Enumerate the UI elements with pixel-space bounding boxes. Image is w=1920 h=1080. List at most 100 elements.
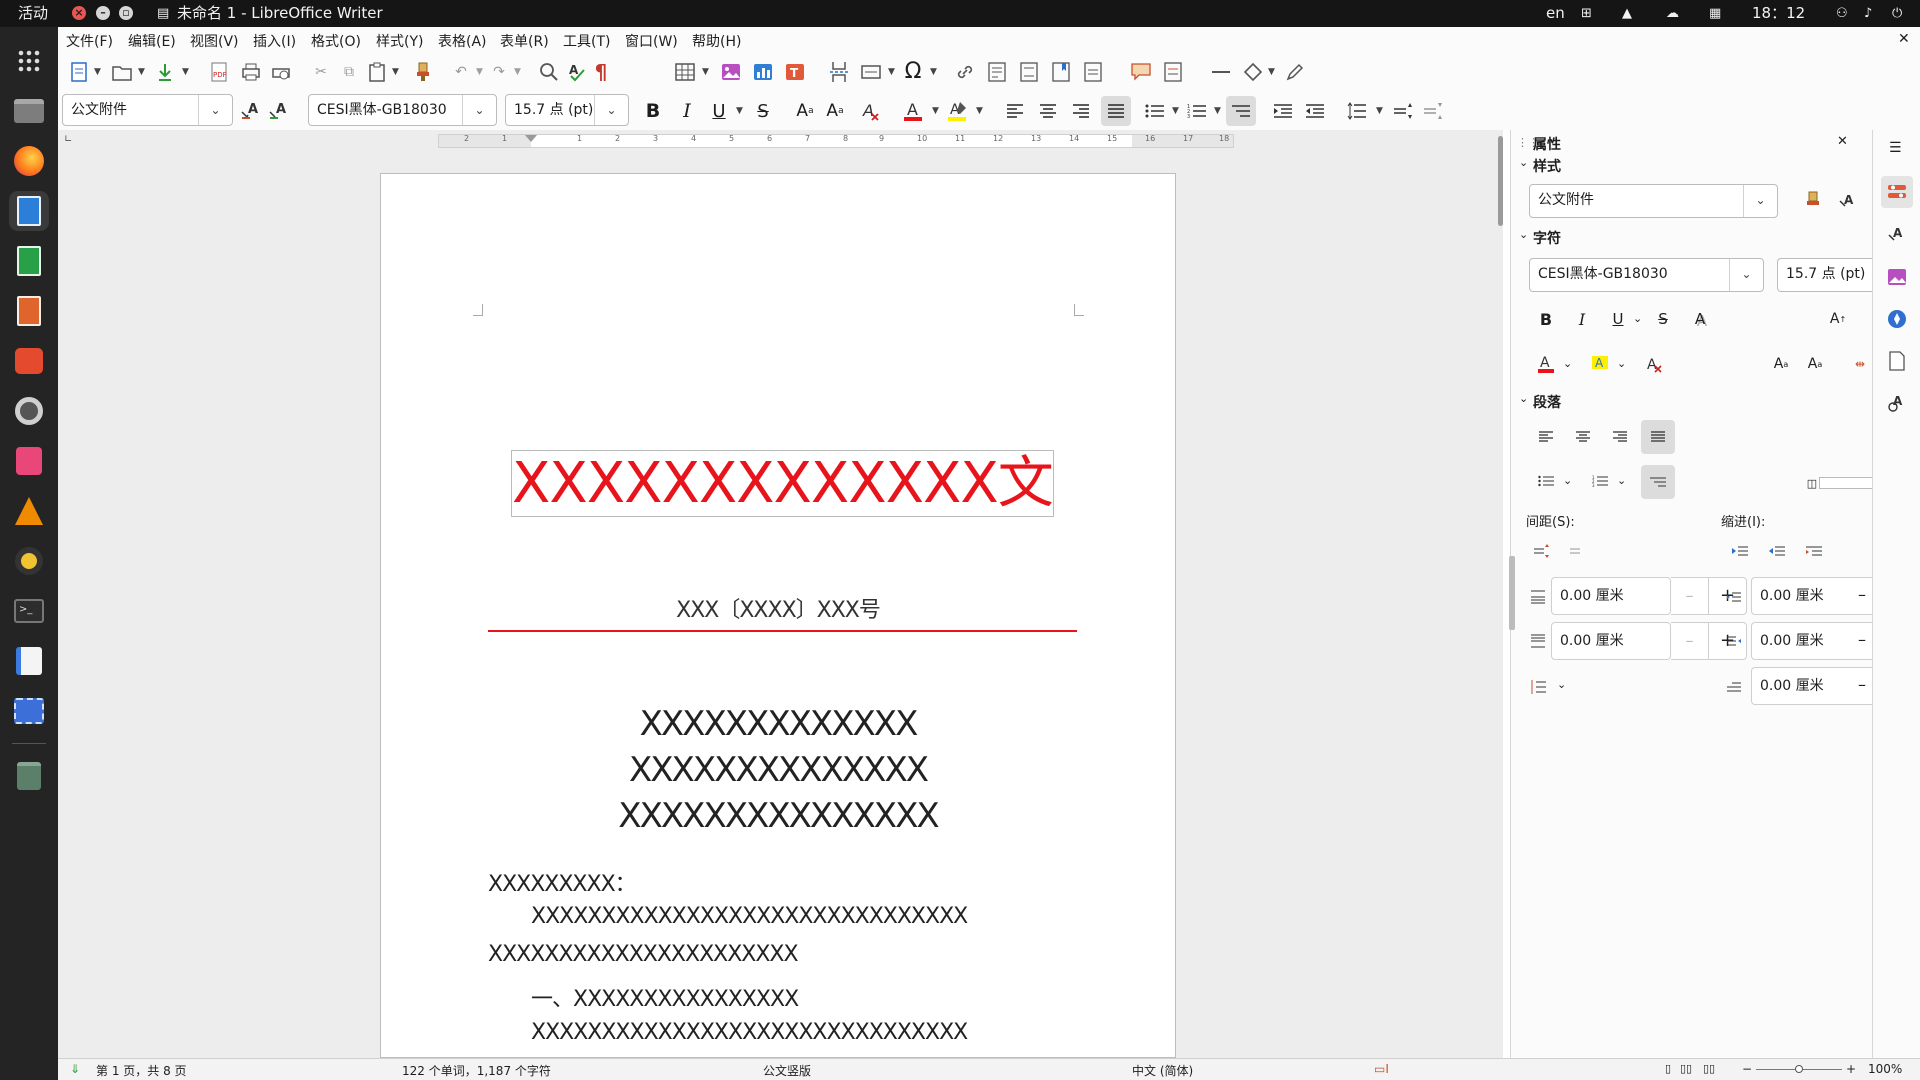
calc-app-icon[interactable] xyxy=(9,241,49,281)
font-name-combo[interactable]: CESI黑体-GB18030 ⌄ xyxy=(308,94,497,126)
after-indent-minus[interactable]: – xyxy=(1851,622,1873,660)
sidebar-style-combo[interactable]: 公文附件 ⌄ xyxy=(1529,184,1778,218)
impress-app-icon[interactable] xyxy=(9,291,49,331)
decrease-paragraph-spacing-icon[interactable] xyxy=(1565,538,1591,564)
footnote-icon[interactable] xyxy=(984,59,1010,85)
clipboard-icon[interactable]: ▦ xyxy=(1709,0,1721,27)
align-left-icon[interactable] xyxy=(1533,424,1559,450)
unordered-list-dropdown-icon[interactable]: ▼ xyxy=(1172,106,1179,116)
volume-icon[interactable]: ♪ xyxy=(1864,0,1872,27)
increase-indent-icon[interactable] xyxy=(1270,98,1296,124)
open-folder-icon[interactable] xyxy=(109,59,135,85)
tab-stop-selector[interactable]: ∟ xyxy=(64,134,72,145)
new-style-icon[interactable]: A xyxy=(1835,188,1861,214)
line-spacing-dropdown-icon[interactable]: ▼ xyxy=(1376,106,1383,116)
formatting-marks-icon[interactable]: ¶ xyxy=(588,59,614,85)
hanging-indent-icon[interactable] xyxy=(1801,538,1827,564)
chevron-down-icon[interactable]: ⌄ xyxy=(1633,312,1642,325)
below-spacing-field[interactable]: 0.00 厘米 xyxy=(1551,622,1671,660)
input-language[interactable]: en xyxy=(1546,0,1565,27)
above-spacing-field[interactable]: 0.00 厘米 xyxy=(1551,577,1671,615)
gallery-tab-icon[interactable] xyxy=(1884,264,1910,290)
minimize-window-icon[interactable]: – xyxy=(96,6,110,20)
paste-icon[interactable] xyxy=(364,59,390,85)
redo-icon[interactable]: ↷ xyxy=(486,59,512,85)
decrease-paragraph-spacing-icon[interactable] xyxy=(1420,98,1446,124)
bold-icon[interactable]: B xyxy=(640,98,666,124)
install-app-icon[interactable] xyxy=(9,441,49,481)
sidebar-menu-icon[interactable]: ☰ xyxy=(1889,140,1902,156)
undo-icon[interactable]: ↶ xyxy=(448,59,474,85)
rhythmbox-app-icon[interactable] xyxy=(9,541,49,581)
collapse-chevron-icon[interactable]: ⌄ xyxy=(1519,392,1528,405)
font-size-combo[interactable]: 15.7 点 (pt) ⌄ xyxy=(505,94,629,126)
subscript-icon[interactable]: Aa xyxy=(822,98,848,124)
font-color-icon[interactable]: A xyxy=(900,98,926,124)
special-character-icon[interactable]: Ω xyxy=(900,58,926,84)
vertical-scrollbar[interactable] xyxy=(1498,136,1503,226)
page-style[interactable]: 公文竖版 xyxy=(763,1062,811,1079)
properties-tab-icon[interactable] xyxy=(1881,176,1913,208)
multi-page-view-icon[interactable]: ▯▯ xyxy=(1680,1062,1692,1075)
track-changes-icon[interactable] xyxy=(1160,59,1186,85)
insert-image-icon[interactable] xyxy=(718,59,744,85)
body-line[interactable]: XXXXXXXXXXXXXXXXXXXXXXXXXXXXXXX xyxy=(531,904,1077,929)
files-app-icon[interactable] xyxy=(9,91,49,131)
app-grid-icon[interactable] xyxy=(9,41,49,81)
justify-icon[interactable] xyxy=(1641,420,1675,454)
paragraph-section-header[interactable]: 段落 xyxy=(1533,392,1561,412)
grow-font-icon[interactable]: A ↑ xyxy=(1825,306,1851,332)
superscript-icon[interactable]: Aa xyxy=(792,98,818,124)
ordered-list-dropdown-icon[interactable]: ▼ xyxy=(1214,106,1221,116)
below-spacing-minus[interactable]: – xyxy=(1671,622,1709,660)
page-tab-icon[interactable] xyxy=(1884,348,1910,374)
clock[interactable]: 18：12 xyxy=(1752,0,1805,27)
title-line[interactable]: XXXXXXXXXXXXX xyxy=(381,704,1175,744)
line-spacing-icon[interactable] xyxy=(1344,98,1370,124)
menu-format[interactable]: 格式(O) xyxy=(311,31,361,51)
increase-indent-icon[interactable] xyxy=(1727,538,1753,564)
paragraph-style-combo[interactable]: 公文附件 ⌄ xyxy=(62,94,233,126)
table-dropdown-icon[interactable]: ▼ xyxy=(702,67,709,77)
below-spacing-icon[interactable] xyxy=(1525,628,1551,654)
horizontal-ruler[interactable]: 2 1 1 2 3 4 5 6 7 8 9 10 11 12 13 14 15 … xyxy=(438,134,1234,148)
align-right-icon[interactable] xyxy=(1068,98,1094,124)
text-editor-app-icon[interactable] xyxy=(9,641,49,681)
sidebar-collapse-handle[interactable] xyxy=(1509,556,1515,630)
chevron-down-icon[interactable]: ⌄ xyxy=(594,95,628,125)
bookmark-icon[interactable] xyxy=(1048,59,1074,85)
bold-icon[interactable]: B xyxy=(1533,306,1559,332)
collapse-chevron-icon[interactable]: ⌄ xyxy=(1519,228,1528,241)
above-spacing-icon[interactable] xyxy=(1525,584,1551,610)
font-color-dropdown-icon[interactable]: ▼ xyxy=(932,106,939,116)
navigator-tab-icon[interactable] xyxy=(1884,306,1910,332)
subscript-icon[interactable]: Aa xyxy=(1802,351,1828,377)
endnote-icon[interactable] xyxy=(1016,59,1042,85)
save-dropdown-icon[interactable]: ▼ xyxy=(182,67,189,77)
underline-icon[interactable]: U xyxy=(706,98,732,124)
ordered-list-icon[interactable]: 123 xyxy=(1587,468,1613,494)
book-view-icon[interactable]: ▯▯ xyxy=(1703,1062,1715,1075)
trash-icon[interactable] xyxy=(9,756,49,796)
horizontal-line-icon[interactable] xyxy=(1208,59,1234,85)
collapse-chevron-icon[interactable]: ⌄ xyxy=(1519,156,1528,169)
close-sidebar-icon[interactable]: ✕ xyxy=(1837,134,1848,149)
draw-icon[interactable] xyxy=(1282,59,1308,85)
line-spacing-icon[interactable] xyxy=(1525,674,1551,700)
unordered-list-icon[interactable] xyxy=(1142,98,1168,124)
chevron-down-icon[interactable]: ⌄ xyxy=(1557,678,1566,691)
word-count[interactable]: 122 个单词，1,187 个字符 xyxy=(402,1062,551,1079)
spellcheck-icon[interactable]: A xyxy=(563,59,589,85)
style-inspector-tab-icon[interactable]: A xyxy=(1884,390,1910,416)
menu-window[interactable]: 窗口(W) xyxy=(625,31,678,51)
chevron-down-icon[interactable]: ⌄ xyxy=(198,95,232,125)
increase-paragraph-spacing-icon[interactable] xyxy=(1390,98,1416,124)
chevron-down-icon[interactable]: ⌄ xyxy=(1563,357,1572,370)
after-indent-icon[interactable] xyxy=(1721,628,1747,654)
cloud-icon[interactable]: ☁ xyxy=(1666,0,1679,27)
increase-paragraph-spacing-icon[interactable] xyxy=(1529,538,1555,564)
find-replace-icon[interactable] xyxy=(536,59,562,85)
first-line-indent-marker[interactable] xyxy=(525,135,537,142)
zoom-in-icon[interactable]: + xyxy=(1846,1062,1856,1076)
redo-dropdown-icon[interactable]: ▼ xyxy=(514,67,521,77)
